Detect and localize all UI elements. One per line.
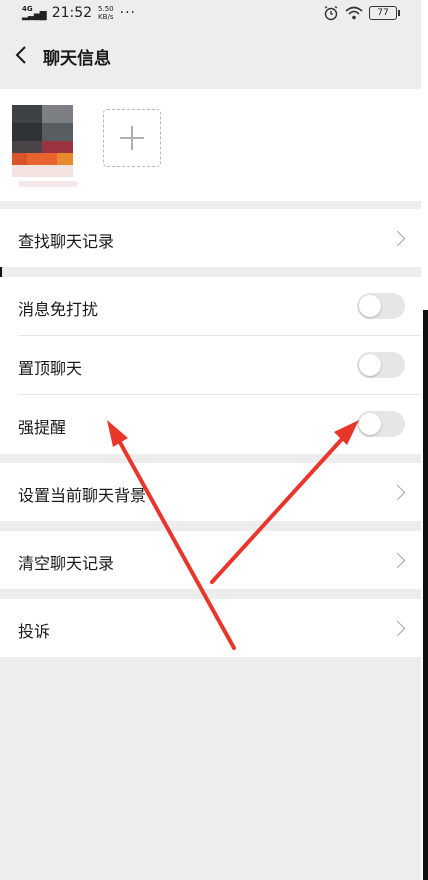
set-chat-background-label: 设置当前聊天背景 — [18, 486, 147, 505]
chevron-right-icon — [389, 230, 406, 247]
report-row[interactable]: 投诉 — [0, 599, 421, 657]
set-chat-background-row[interactable]: 设置当前聊天背景 — [0, 463, 421, 521]
chevron-right-icon — [389, 620, 406, 637]
battery-level: 77 — [377, 8, 389, 18]
signal-bars: ▂▃▅▇ — [22, 11, 47, 21]
mute-label: 消息免打扰 — [18, 300, 99, 319]
strong-remind-toggle[interactable] — [357, 411, 405, 437]
clear-chat-history-label: 清空聊天记录 — [18, 554, 115, 573]
edge-bar — [423, 310, 428, 880]
mute-toggle[interactable] — [357, 293, 405, 319]
member-name-placeholder — [18, 181, 78, 187]
toggle-knob — [359, 413, 381, 435]
wifi-icon — [345, 6, 363, 20]
back-button[interactable] — [8, 40, 38, 70]
status-right: 77 — [323, 5, 400, 21]
screen-edge — [421, 0, 428, 880]
strong-remind-label: 强提醒 — [18, 418, 67, 437]
chat-members-panel — [0, 89, 421, 279]
alarm-icon — [324, 5, 338, 21]
search-chat-history-label: 查找聊天记录 — [18, 232, 115, 251]
pin-chat-toggle[interactable] — [357, 352, 405, 378]
status-left: 4G ▂▃▅▇ 21:52 5.50 KB/s ··· — [22, 5, 136, 21]
divider — [18, 335, 421, 336]
add-member-button[interactable] — [103, 109, 161, 167]
member-avatar[interactable] — [12, 105, 73, 177]
signal-icon: 4G ▂▃▅▇ — [22, 6, 47, 21]
toggle-knob — [359, 295, 381, 317]
chevron-right-icon — [389, 484, 406, 501]
chevron-left-icon — [15, 46, 26, 64]
speed-unit: KB/s — [98, 13, 114, 21]
chat-info-screen: 4G ▂▃▅▇ 21:52 5.50 KB/s ··· 77 聊天信息 查找聊天… — [0, 0, 421, 880]
notification-settings-group: 消息免打扰 置顶聊天 强提醒 — [0, 277, 421, 454]
toggle-knob — [359, 354, 381, 376]
battery-icon: 77 — [369, 6, 400, 20]
divider — [18, 394, 421, 395]
search-chat-history-row[interactable]: 查找聊天记录 — [0, 209, 421, 267]
more-notifications-icon: ··· — [119, 5, 136, 21]
clear-chat-history-row[interactable]: 清空聊天记录 — [0, 531, 421, 589]
status-bar: 4G ▂▃▅▇ 21:52 5.50 KB/s ··· 77 — [0, 0, 421, 28]
network-speed: 5.50 KB/s — [98, 5, 114, 21]
page-title: 聊天信息 — [43, 49, 111, 69]
speed-value: 5.50 — [98, 5, 114, 13]
pin-chat-label: 置顶聊天 — [18, 359, 83, 378]
clock: 21:52 — [51, 5, 93, 21]
title-bar: 聊天信息 — [0, 30, 421, 82]
chevron-right-icon — [389, 552, 406, 569]
report-label: 投诉 — [18, 622, 51, 641]
